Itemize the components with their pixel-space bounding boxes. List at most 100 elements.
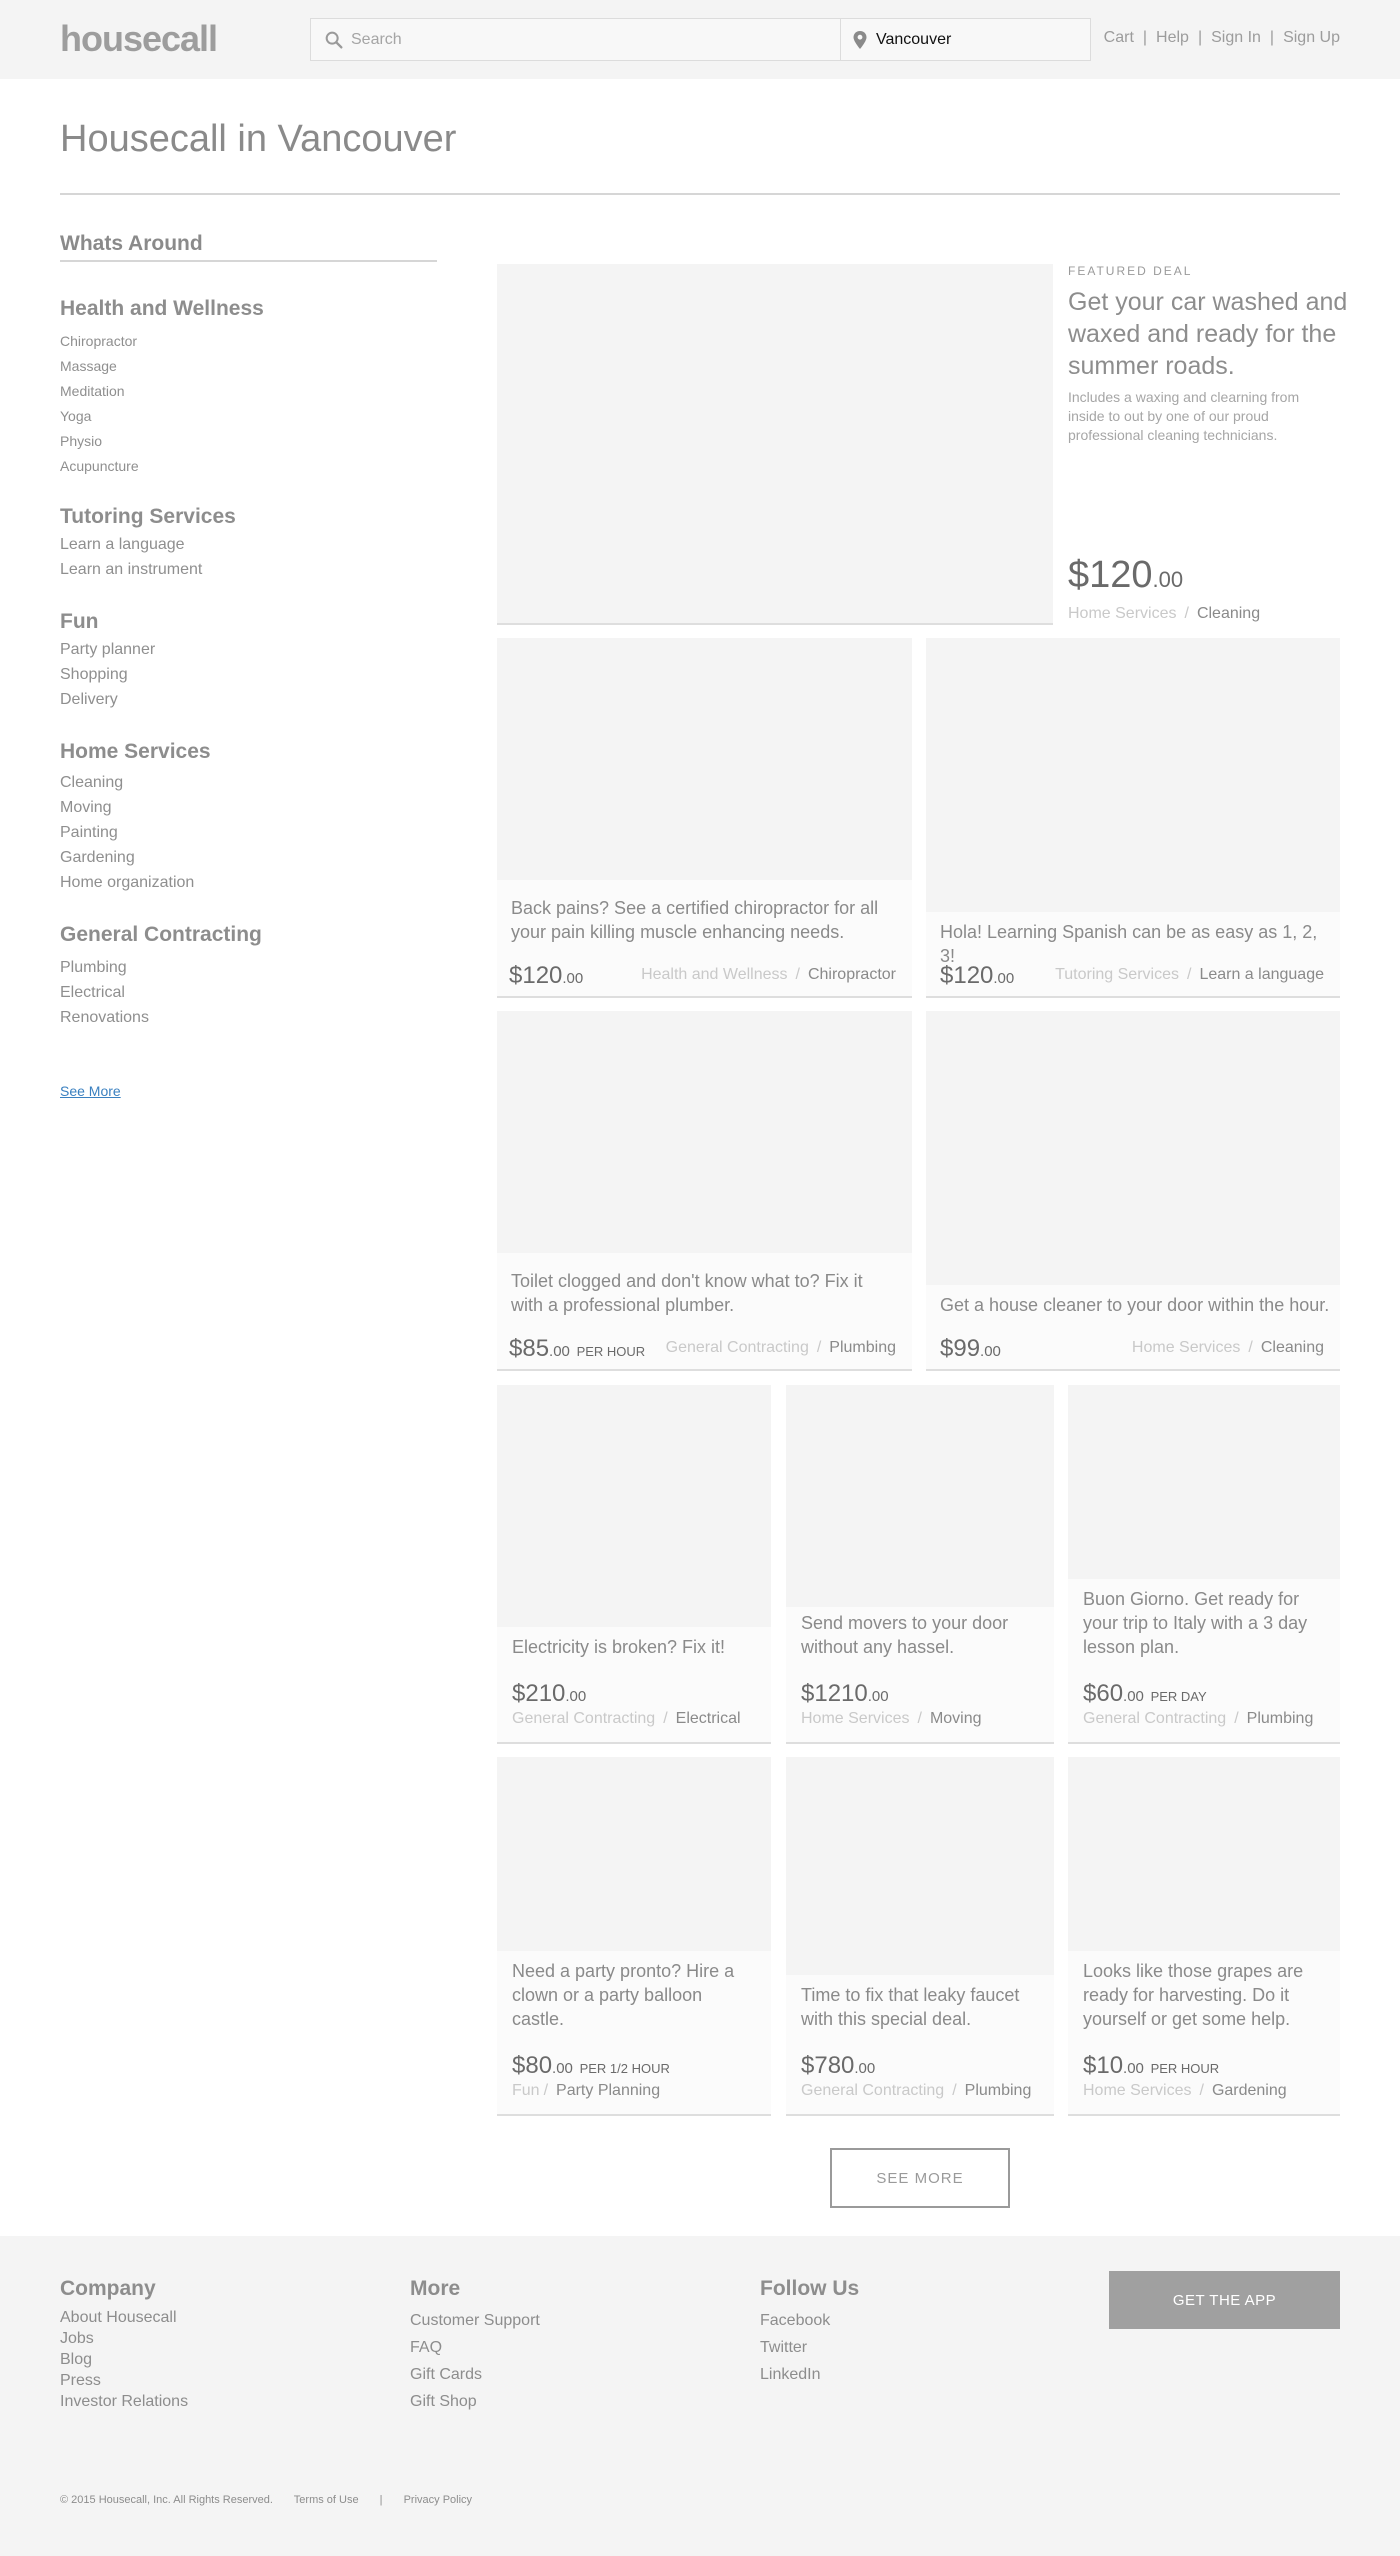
get-the-app-button[interactable]: GET THE APP [1109, 2271, 1340, 2329]
footer-link-jobs[interactable]: Jobs [60, 2328, 188, 2349]
subcategory-link[interactable]: Plumbing [829, 1339, 896, 1356]
deal-card[interactable]: Buon Giorno. Get ready for your trip to … [1068, 1385, 1340, 1744]
site-footer: Company About Housecall Jobs Blog Press … [0, 2236, 1400, 2556]
deal-card[interactable]: Need a party pronto? Hire a clown or a p… [497, 1757, 771, 2116]
sign-in-link[interactable]: Sign In [1211, 29, 1261, 46]
sign-up-link[interactable]: Sign Up [1283, 29, 1340, 46]
price-dollars: $1210 [801, 1680, 868, 1707]
deal-card[interactable]: Electricity is broken? Fix it! $210.00 G… [497, 1385, 771, 1744]
subcategory-link[interactable]: Moving [930, 1710, 982, 1727]
deal-category: Home Services / Moving [801, 1710, 982, 1728]
sidebar-item-acupuncture[interactable]: Acupuncture [60, 454, 437, 479]
category-link[interactable]: Home Services [801, 1710, 909, 1727]
footer-follow: Follow Us Facebook Twitter LinkedIn [760, 2277, 859, 2388]
deal-card[interactable]: Toilet clogged and don't know what to? F… [497, 1011, 912, 1371]
subcategory-link[interactable]: Party Planning [556, 2082, 660, 2099]
sidebar-item-meditation[interactable]: Meditation [60, 379, 437, 404]
deal-card[interactable]: Looks like those grapes are ready for ha… [1068, 1757, 1340, 2116]
sidebar-item-delivery[interactable]: Delivery [60, 687, 437, 712]
category-link[interactable]: Home Services [1083, 2082, 1191, 2099]
category-link[interactable]: General Contracting [1083, 1710, 1226, 1727]
sidebar-item-learn-instrument[interactable]: Learn an instrument [60, 557, 437, 582]
location-input[interactable] [876, 19, 1076, 60]
category-link[interactable]: Health and Wellness [641, 966, 787, 983]
footer-link-linkedin[interactable]: LinkedIn [760, 2361, 859, 2388]
see-more-button[interactable]: SEE MORE [830, 2148, 1010, 2208]
sidebar-item-renovations[interactable]: Renovations [60, 1005, 437, 1030]
sidebar-item-massage[interactable]: Massage [60, 354, 437, 379]
price-unit: PER HOUR [1150, 2061, 1220, 2076]
subcategory-link[interactable]: Plumbing [1247, 1710, 1314, 1727]
deal-category: Health and Wellness / Chiropractor [641, 966, 896, 984]
featured-deal-category: Home Services / Cleaning [1068, 605, 1260, 623]
deal-card[interactable]: Hola! Learning Spanish can be as easy as… [926, 638, 1340, 998]
deal-card[interactable]: Get a house cleaner to your door within … [926, 1011, 1340, 1371]
deal-description: Back pains? See a certified chiropractor… [511, 898, 879, 942]
deal-description: Time to fix that leaky faucet with this … [801, 1985, 1020, 2029]
subcategory-link[interactable]: Gardening [1212, 2082, 1287, 2099]
footer-link-investor-relations[interactable]: Investor Relations [60, 2391, 188, 2412]
subcategory-link[interactable]: Chiropractor [808, 966, 896, 983]
footer-link-faq[interactable]: FAQ [410, 2334, 540, 2361]
sidebar-item-home-organization[interactable]: Home organization [60, 870, 437, 895]
logo[interactable]: housecall [60, 18, 218, 60]
search-input[interactable] [351, 19, 801, 60]
subcategory-link[interactable]: Electrical [676, 1710, 741, 1727]
help-link[interactable]: Help [1156, 29, 1189, 46]
deal-card[interactable]: Time to fix that leaky faucet with this … [786, 1757, 1054, 2116]
terms-of-use-link[interactable]: Terms of Use [294, 2494, 359, 2506]
featured-deal-title[interactable]: Get your car washed and waxed and ready … [1068, 286, 1348, 382]
subcategory-link[interactable]: Plumbing [965, 2082, 1032, 2099]
sidebar-see-more-link[interactable]: See More [60, 1083, 121, 1099]
price-cents: .00 [980, 1343, 1001, 1360]
deal-category: Home Services / Cleaning [1132, 1339, 1324, 1357]
sidebar-item-learn-language[interactable]: Learn a language [60, 532, 437, 557]
sidebar-item-gardening[interactable]: Gardening [60, 845, 437, 870]
sidebar-item-electrical[interactable]: Electrical [60, 980, 437, 1005]
deal-category: General Contracting / Plumbing [1083, 1710, 1313, 1728]
subcategory-link[interactable]: Cleaning [1197, 605, 1260, 622]
sidebar-item-moving[interactable]: Moving [60, 795, 437, 820]
footer-link-twitter[interactable]: Twitter [760, 2334, 859, 2361]
footer-link-facebook[interactable]: Facebook [760, 2307, 859, 2334]
search-bar [310, 18, 1091, 61]
subcategory-link[interactable]: Learn a language [1199, 966, 1324, 983]
sidebar-item-cleaning[interactable]: Cleaning [60, 770, 437, 795]
category-link[interactable]: Home Services [1068, 605, 1176, 622]
footer-link-gift-cards[interactable]: Gift Cards [410, 2361, 540, 2388]
category-link[interactable]: Fun [512, 2082, 540, 2099]
category-link[interactable]: Home Services [1132, 1339, 1240, 1356]
deal-category: Tutoring Services / Learn a language [1055, 966, 1324, 984]
sidebar-group-home-services: Home Services Cleaning Moving Painting G… [60, 740, 437, 895]
footer-column-title: Follow Us [760, 2277, 860, 2300]
deal-price: $80.00 PER 1/2 HOUR [512, 2052, 670, 2080]
search-divider [840, 19, 841, 60]
subcategory-link[interactable]: Cleaning [1261, 1339, 1324, 1356]
sidebar-item-yoga[interactable]: Yoga [60, 404, 437, 429]
category-link[interactable]: Tutoring Services [1055, 966, 1179, 983]
price-cents: .00 [562, 970, 584, 987]
sidebar-item-chiropractor[interactable]: Chiropractor [60, 329, 437, 354]
sidebar-group-tutoring: Tutoring Services Learn a language Learn… [60, 505, 437, 582]
category-link[interactable]: General Contracting [801, 2082, 944, 2099]
sidebar-item-party-planner[interactable]: Party planner [60, 637, 437, 662]
footer-link-about[interactable]: About Housecall [60, 2307, 188, 2328]
sidebar-item-physio[interactable]: Physio [60, 429, 437, 454]
deal-card[interactable]: Send movers to your door without any has… [786, 1385, 1054, 1744]
deal-card[interactable]: Back pains? See a certified chiropractor… [497, 638, 912, 998]
deal-price: $120.00 [509, 962, 583, 990]
category-link[interactable]: General Contracting [512, 1710, 655, 1727]
footer-link-press[interactable]: Press [60, 2370, 188, 2391]
footer-link-customer-support[interactable]: Customer Support [410, 2307, 540, 2334]
footer-link-gift-shop[interactable]: Gift Shop [410, 2388, 540, 2415]
footer-link-blog[interactable]: Blog [60, 2349, 188, 2370]
sidebar-item-painting[interactable]: Painting [60, 820, 437, 845]
sidebar-item-plumbing[interactable]: Plumbing [60, 955, 437, 980]
sidebar: Whats Around Health and Wellness Chiropr… [60, 232, 437, 1030]
cart-link[interactable]: Cart [1104, 29, 1134, 46]
privacy-policy-link[interactable]: Privacy Policy [404, 2494, 472, 2506]
category-link[interactable]: General Contracting [666, 1339, 809, 1356]
deal-price: $85.00 PER HOUR [509, 1335, 645, 1363]
featured-deal-image[interactable] [497, 264, 1053, 625]
sidebar-item-shopping[interactable]: Shopping [60, 662, 437, 687]
